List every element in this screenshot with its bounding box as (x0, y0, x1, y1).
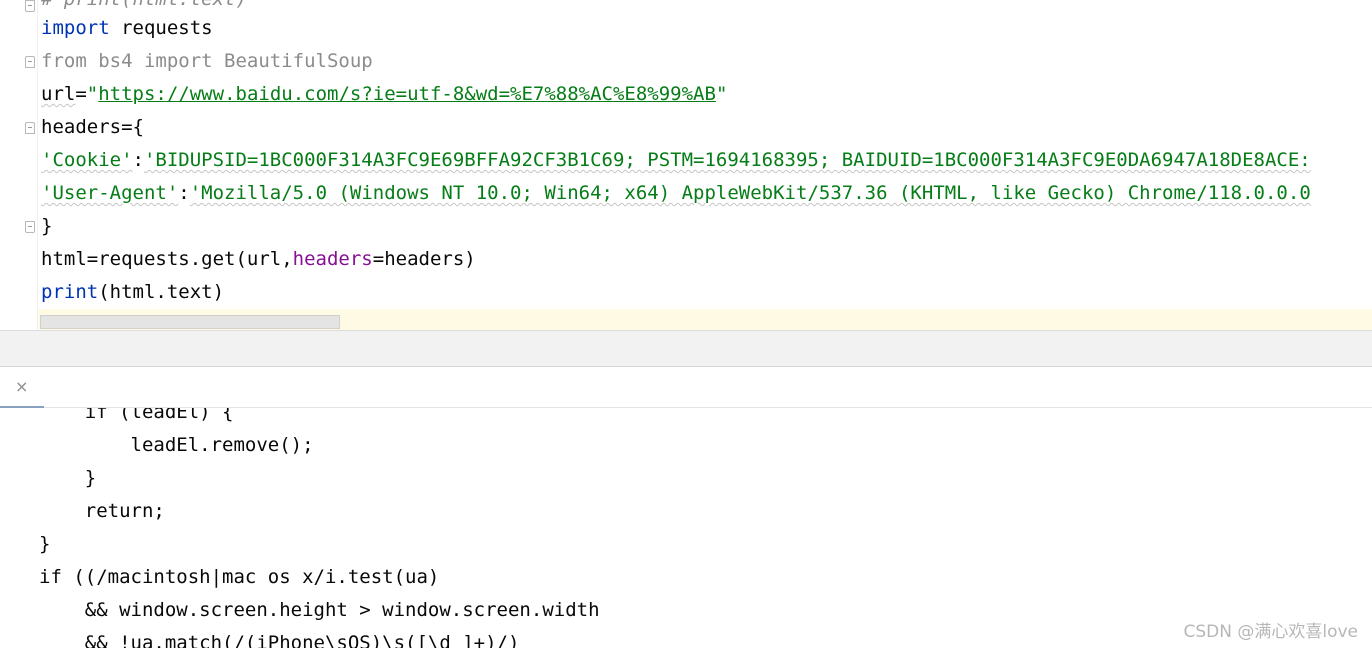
panel-splitter[interactable] (0, 330, 1372, 367)
request-call-start: html=requests.get(url, (41, 248, 293, 270)
close-icon[interactable]: × (15, 377, 28, 396)
console-line: return; (39, 500, 165, 522)
run-output-console[interactable]: if (leadEl) { leadEl.remove(); } return;… (0, 408, 1372, 648)
named-param-headers: headers (292, 248, 373, 270)
fold-start-icon[interactable] (25, 56, 35, 68)
code-line-cookie: 'Cookie':'BIDUPSID=1BC000F314A3FC9E69BFF… (41, 144, 1311, 177)
console-line: && window.screen.height > window.screen.… (39, 599, 600, 621)
code-line-import: import requests (41, 12, 213, 45)
code-line-request: html=requests.get(url,headers=headers) (41, 243, 476, 276)
dict-key-cookie: 'Cookie' (41, 149, 133, 171)
editor-gutter[interactable] (0, 0, 38, 330)
module-name: requests (109, 17, 213, 39)
horizontal-scrollbar-thumb[interactable] (40, 315, 340, 329)
url-link[interactable]: https://www.baidu.com/s?ie=utf-8&wd=%E7%… (98, 83, 716, 105)
csdn-watermark: CSDN @满心欢喜love (1183, 622, 1358, 642)
dict-colon: : (178, 182, 190, 204)
dict-key-user-agent: 'User-Agent' (41, 182, 179, 204)
gutter-divider (37, 0, 38, 330)
quote-close: " (715, 83, 728, 105)
code-line-print: print(html.text) (41, 276, 224, 309)
keyword-import: import (41, 17, 110, 39)
code-line-headers-open: headers={ (41, 116, 144, 138)
run-tab[interactable]: l × (0, 367, 44, 409)
console-line: if ((/macintosh|mac os x/i.test(ua) (39, 566, 440, 588)
print-args: (html.text) (98, 281, 225, 303)
assign-operator: = (75, 83, 87, 105)
console-line: if (leadEl) { (39, 408, 234, 423)
dict-colon: : (132, 149, 144, 171)
fold-start-icon[interactable] (25, 122, 35, 134)
code-editor[interactable]: # print(html.text) import requests from … (0, 0, 1372, 330)
code-line-user-agent: 'User-Agent':'Mozilla/5.0 (Windows NT 10… (41, 177, 1311, 210)
builtin-print: print (41, 281, 99, 303)
user-agent-value-string: 'Mozilla/5.0 (Windows NT 10.0; Win64; x6… (189, 182, 1311, 204)
run-tool-window-tabbar: l × (0, 367, 1372, 409)
console-line: && !ua.match(/(iPhone\sOS)\s([\d_]+)/) (39, 632, 520, 648)
console-line: } (39, 467, 97, 489)
console-line: } (39, 533, 51, 555)
code-line-url: url="https://www.baidu.com/s?ie=utf-8&wd… (41, 78, 727, 111)
fold-end-icon[interactable] (25, 221, 35, 233)
fold-end-icon[interactable] (25, 0, 35, 12)
quote-open: " (86, 83, 99, 105)
variable-url: url (41, 83, 76, 105)
request-call-end: =headers) (372, 248, 476, 270)
cookie-value-string: 'BIDUPSID=1BC000F314A3FC9E69BFFA92CF3B1C… (143, 149, 1311, 171)
code-line-from-import: from bs4 import BeautifulSoup (41, 50, 373, 72)
console-line: leadEl.remove(); (39, 434, 314, 456)
code-line-headers-close: } (41, 215, 53, 237)
